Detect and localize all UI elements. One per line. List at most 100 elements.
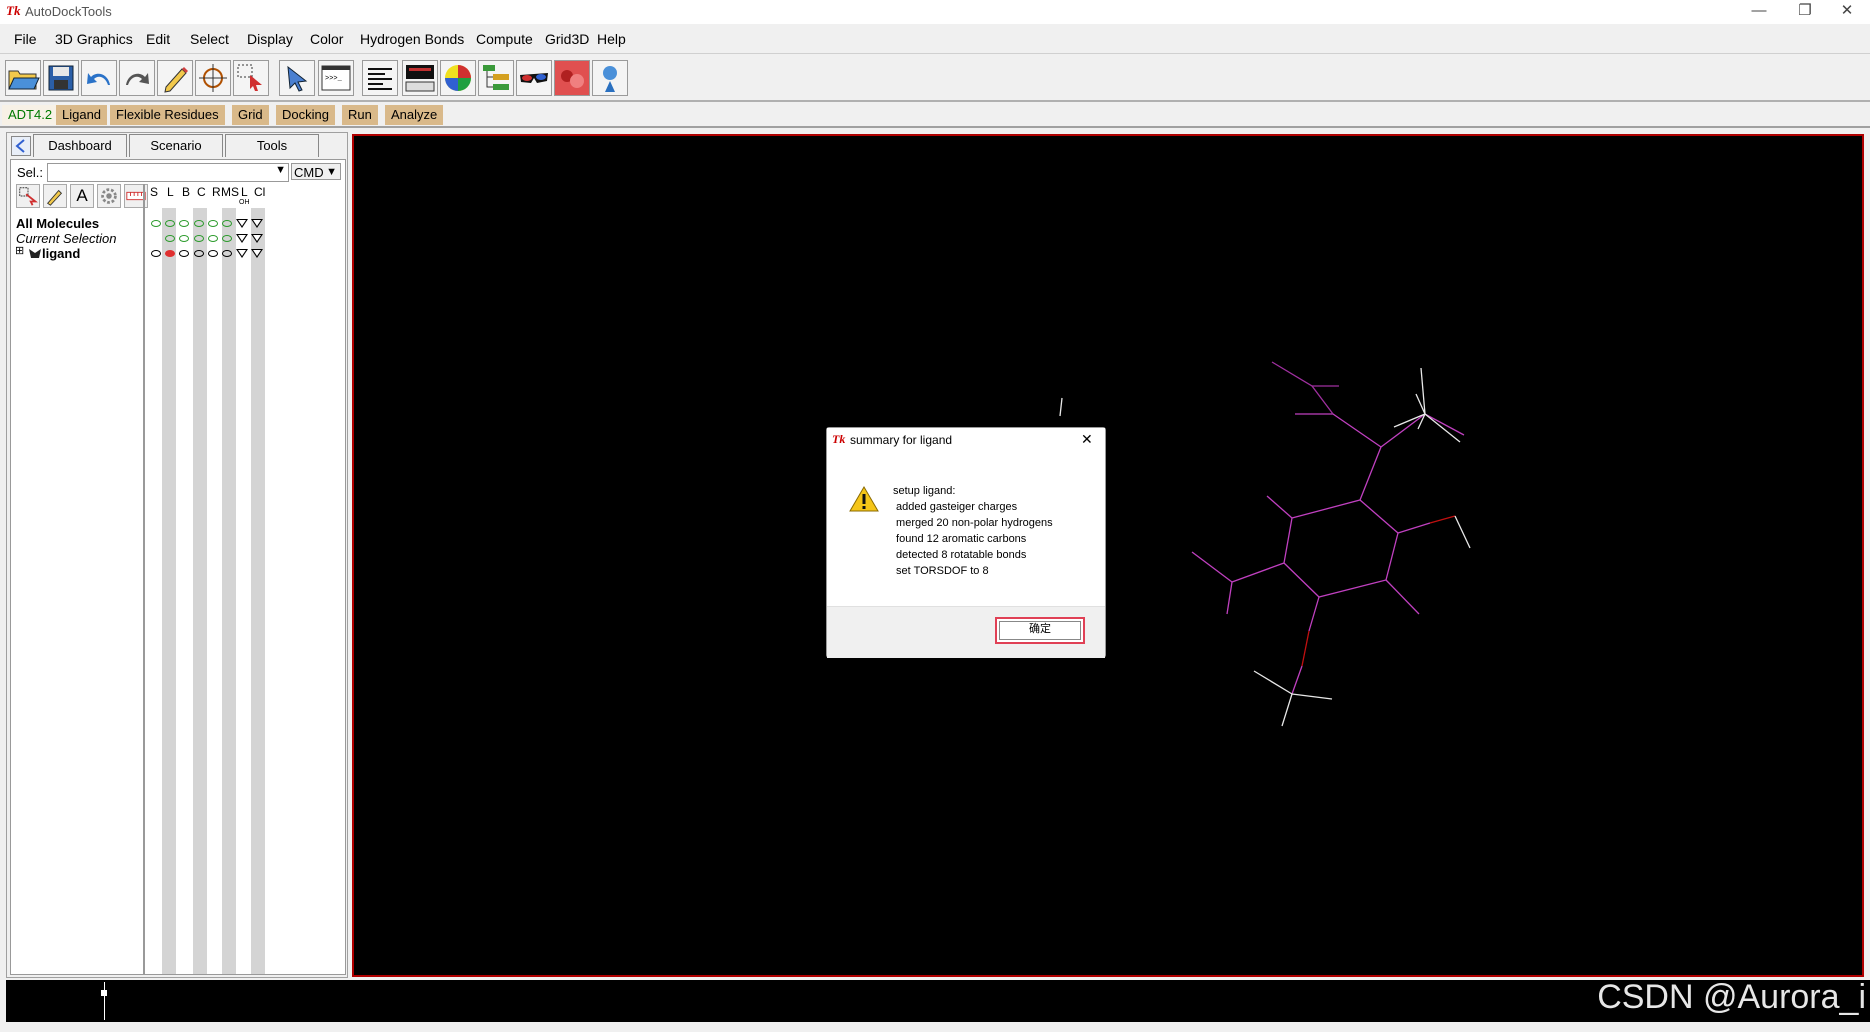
undo-icon[interactable] [81,60,117,96]
col-header-cl[interactable]: Cl [254,185,265,199]
restore-button[interactable]: ❐ [1782,0,1828,24]
timeline-handle[interactable] [101,990,107,996]
cmd-label: CMD [294,165,324,180]
tab-tools[interactable]: Tools [225,134,319,157]
dropdown-triangle-icon[interactable] [251,219,263,228]
close-window-button[interactable]: ✕ [1824,0,1870,24]
save-icon[interactable] [43,60,79,96]
menu-help[interactable]: Help [597,31,626,47]
python-shell-icon[interactable]: >>>_ [318,60,354,96]
tree-item-all-molecules[interactable]: All Molecules [16,216,99,231]
col-header-b[interactable]: B [182,185,190,199]
open-file-icon[interactable] [5,60,41,96]
tree-item-ligand[interactable]: ligand [42,246,80,261]
dropdown-triangle-icon[interactable] [236,249,248,258]
dialog-close-button[interactable]: ✕ [1081,431,1093,448]
title-bar: Tk AutoDockTools — ❐ ✕ [0,0,1870,24]
edit-tool-icon[interactable] [43,184,67,208]
collapse-panel-icon[interactable] [11,136,31,156]
svg-text:>>>_: >>>_ [325,75,343,83]
ligand-stick-model [940,361,1471,727]
crosshair-icon[interactable] [195,60,231,96]
ok-button[interactable]: 确定 [995,617,1085,644]
3d-viewer-canvas[interactable] [352,134,1864,977]
dropdown-triangle-icon[interactable] [236,234,248,243]
toggle-ms-ligand[interactable] [222,250,232,257]
label-tool-icon[interactable]: A [70,184,94,208]
toggle-l-sel[interactable] [165,235,175,242]
dashboard-body: Sel.: ▼ CMD ▼ A S L B C R MS L Cl OH All… [10,159,346,975]
column-stripe [193,208,207,974]
summary-dialog: Tk summary for ligand ✕ setup ligand: ad… [826,427,1106,658]
tree-icon[interactable] [478,60,514,96]
menu-hydrogen-bonds[interactable]: Hydrogen Bonds [360,31,464,47]
col-header-c[interactable]: C [197,185,206,199]
toggle-s-ligand[interactable] [151,250,161,257]
pencil-icon[interactable] [157,60,193,96]
tree-item-current-selection[interactable]: Current Selection [16,231,116,246]
toggle-b-ligand[interactable] [179,250,189,257]
menu-display[interactable]: Display [247,31,293,47]
cmd-dropdown[interactable]: CMD ▼ [291,163,341,180]
col-header-l[interactable]: L [167,185,174,199]
warning-icon [849,485,879,516]
toggle-l-all[interactable] [165,220,175,227]
menu-3d-graphics[interactable]: 3D Graphics [55,31,133,47]
tab-scenario[interactable]: Scenario [129,134,223,157]
molecule-red-icon[interactable] [554,60,590,96]
menu-edit[interactable]: Edit [146,31,170,47]
pick-icon[interactable] [279,60,315,96]
menu-bar: File 3D Graphics Edit Select Display Col… [0,26,1870,54]
settings-gear-icon[interactable] [97,184,121,208]
menu-color[interactable]: Color [310,31,343,47]
toggle-c-all[interactable] [194,220,204,227]
dialog-title-bar: Tk summary for ligand ✕ [827,428,1105,453]
dialog-footer: 确定 [827,606,1105,658]
col-header-r[interactable]: R [212,185,221,199]
dropdown-triangle-icon[interactable] [236,219,248,228]
col-header-s[interactable]: S [150,185,158,199]
dropdown-triangle-icon[interactable] [251,234,263,243]
dropdown-triangle-icon[interactable] [251,249,263,258]
col-header-ms[interactable]: MS [221,185,239,199]
tk-logo-icon: Tk [832,432,846,446]
adt-menu-analyze[interactable]: Analyze [385,105,444,125]
toggle-b-sel[interactable] [179,235,189,242]
toggle-r-all[interactable] [208,220,218,227]
toggle-c-sel[interactable] [194,235,204,242]
molecule-icon [28,246,42,263]
redo-icon[interactable] [119,60,155,96]
toolbar: >>>_ [0,56,1870,102]
menu-compute[interactable]: Compute [476,31,533,47]
tree-expander-icon[interactable]: ⊞ [15,244,24,257]
tab-dashboard[interactable]: Dashboard [33,134,127,157]
toggle-r-sel[interactable] [208,235,218,242]
selection-icon[interactable] [233,60,269,96]
menu-file[interactable]: File [14,31,37,47]
toggle-s-all[interactable] [151,220,161,227]
toggle-b-all[interactable] [179,220,189,227]
adt-menu-ligand[interactable]: Ligand [56,105,108,125]
toggle-ms-all[interactable] [222,220,232,227]
toggle-ms-sel[interactable] [222,235,232,242]
sel-dropdown-icon[interactable]: ▼ [275,164,286,176]
color-sphere-icon[interactable] [440,60,476,96]
adt-menu-flexible-residues[interactable]: Flexible Residues [110,105,225,125]
menu-grid3d[interactable]: Grid3D [545,31,589,47]
menu-select[interactable]: Select [190,31,229,47]
minimize-button[interactable]: — [1736,0,1782,24]
toggle-l-ligand[interactable] [165,250,175,257]
hbond-icon[interactable] [592,60,628,96]
adt-menu-grid[interactable]: Grid [232,105,269,125]
sel-input[interactable]: ▼ [47,163,289,182]
col-header-l2[interactable]: L [241,185,248,199]
monitor-icon[interactable] [402,60,438,96]
sel-label: Sel.: [17,165,44,180]
adt-menu-run[interactable]: Run [342,105,378,125]
toggle-r-ligand[interactable] [208,250,218,257]
adt-menu-docking[interactable]: Docking [276,105,335,125]
text-align-icon[interactable] [362,60,398,96]
stereo-glasses-icon[interactable] [516,60,552,96]
select-tool-icon[interactable] [16,184,40,208]
toggle-c-ligand[interactable] [194,250,204,257]
